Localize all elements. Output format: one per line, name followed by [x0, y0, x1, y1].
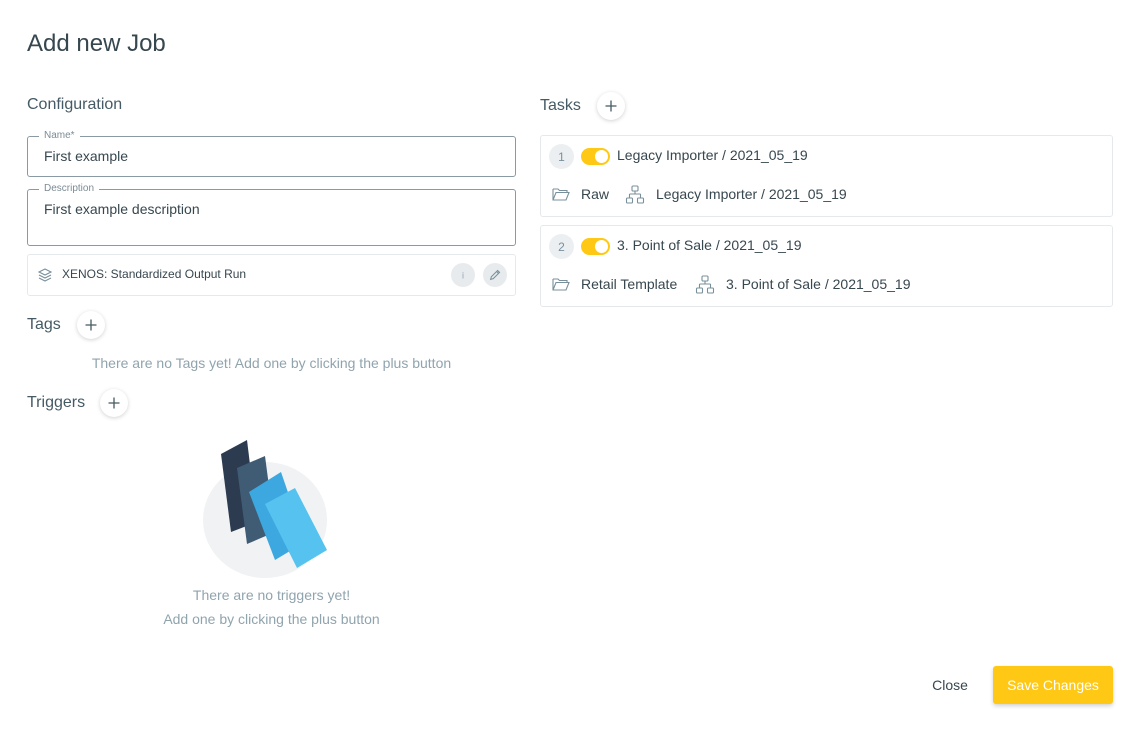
folder-icon	[552, 277, 570, 296]
plus-icon	[605, 100, 617, 112]
add-tag-button[interactable]	[77, 311, 105, 339]
tags-title: Tags	[27, 316, 61, 333]
configuration-title: Configuration	[27, 96, 123, 113]
plus-icon	[85, 319, 97, 331]
task-workflow: 3. Point of Sale / 2021_05_19	[726, 276, 911, 292]
folder-icon	[552, 187, 570, 206]
description-field-value[interactable]: First example description	[44, 201, 200, 217]
tasks-title: Tasks	[540, 97, 581, 114]
task-number: 2	[549, 234, 574, 259]
plus-icon	[108, 397, 120, 409]
workflow-icon	[625, 185, 645, 210]
svg-text:i: i	[462, 271, 464, 281]
task-toggle[interactable]	[581, 238, 610, 255]
triggers-title: Triggers	[27, 394, 86, 411]
dialog-title: Add new Job	[27, 30, 166, 57]
task-title: Legacy Importer / 2021_05_19	[617, 147, 808, 163]
layers-icon	[37, 267, 53, 283]
task-toggle[interactable]	[581, 148, 610, 165]
task-number: 1	[549, 144, 574, 169]
add-task-button[interactable]	[597, 92, 625, 120]
save-changes-button[interactable]: Save Changes	[993, 666, 1113, 704]
workflow-selector[interactable]: XENOS: Standardized Output Run i	[27, 254, 516, 296]
task-card[interactable]: 2 3. Point of Sale / 2021_05_19 Retail T…	[540, 225, 1113, 307]
task-title: 3. Point of Sale / 2021_05_19	[617, 237, 802, 253]
name-field-value[interactable]: First example	[44, 148, 128, 164]
name-field[interactable]: Name* First example	[27, 130, 516, 177]
close-button[interactable]: Close	[920, 666, 980, 704]
triggers-empty-line2: Add one by clicking the plus button	[163, 611, 380, 627]
info-icon[interactable]: i	[451, 263, 475, 287]
task-card[interactable]: 1 Legacy Importer / 2021_05_19 Raw Legac…	[540, 135, 1113, 217]
pencil-icon[interactable]	[483, 263, 507, 287]
triggers-empty-line1: There are no triggers yet!	[192, 587, 351, 603]
workflow-icon	[695, 275, 715, 300]
workflow-text: XENOS: Standardized Output Run	[62, 267, 247, 281]
tags-empty-text: There are no Tags yet! Add one by clicki…	[91, 355, 452, 371]
name-field-label: Name*	[39, 130, 80, 141]
empty-triggers-illustration	[195, 432, 345, 582]
add-trigger-button[interactable]	[100, 389, 128, 417]
task-folder: Retail Template	[581, 276, 678, 292]
description-field[interactable]: Description First example description	[27, 183, 516, 246]
task-workflow: Legacy Importer / 2021_05_19	[656, 186, 847, 202]
description-field-label: Description	[39, 183, 100, 194]
task-folder: Raw	[581, 186, 610, 202]
